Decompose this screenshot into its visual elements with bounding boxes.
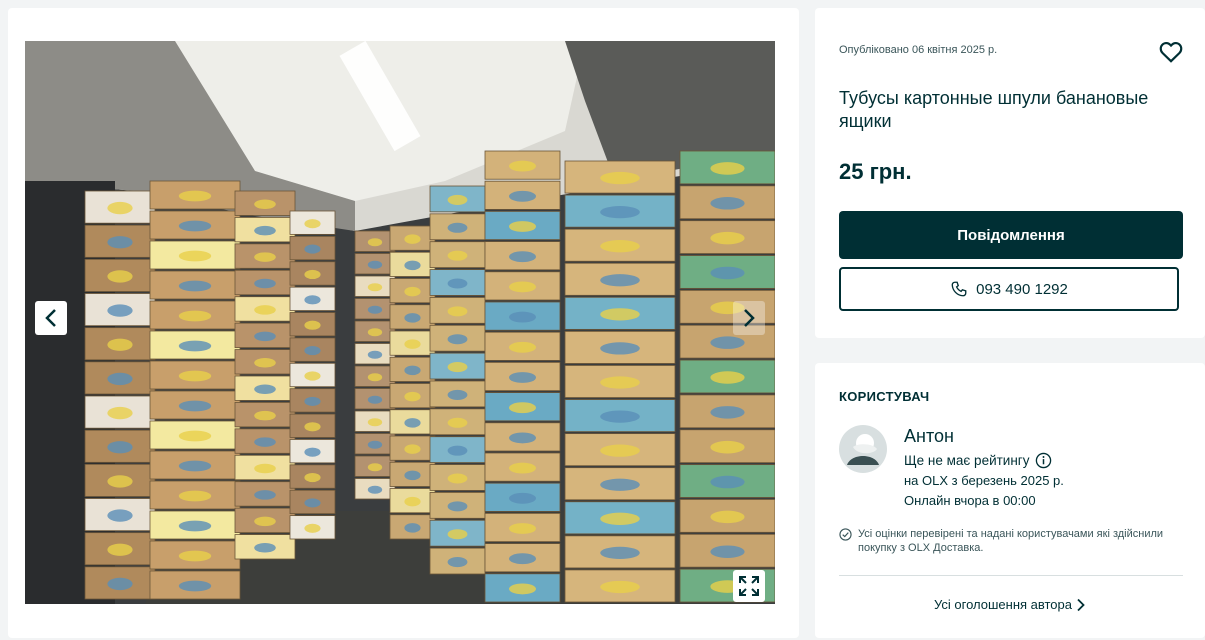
verified-ratings-note: Усі оцінки перевірені та надані користув… <box>839 527 1169 555</box>
user-name[interactable]: Антон <box>904 426 954 447</box>
all-ads-label: Усі оголошення автора <box>934 597 1072 612</box>
chevron-right-icon <box>744 309 755 327</box>
chevron-right-icon <box>1077 598 1085 611</box>
phone-number: 093 490 1292 <box>976 280 1068 298</box>
member-since: на OLX з березень 2025 р. <box>904 473 1064 488</box>
heart-icon <box>1159 41 1183 63</box>
last-online: Онлайн вчора в 00:00 <box>904 493 1036 508</box>
fullscreen-button[interactable] <box>733 570 765 602</box>
divider <box>839 575 1183 576</box>
user-avatar-icon <box>839 425 887 473</box>
chevron-left-icon <box>45 309 56 327</box>
favorite-button[interactable] <box>1158 39 1184 65</box>
user-section-heading: КОРИСТУВАЧ <box>839 389 930 404</box>
user-rating: Ще не має рейтингу <box>904 452 1052 469</box>
check-circle-icon <box>839 528 852 541</box>
next-photo-button[interactable] <box>733 301 765 335</box>
expand-icon <box>739 576 759 596</box>
phone-icon <box>951 281 967 297</box>
gallery-card <box>8 8 799 638</box>
rating-text: Ще не має рейтингу <box>904 453 1030 468</box>
listing-info-card: Опубліковано 06 квітня 2025 р. Тубусы ка… <box>815 8 1205 338</box>
user-card: КОРИСТУВАЧ Антон Ще не має рейтингу на O… <box>815 363 1205 638</box>
all-author-ads-link[interactable]: Усі оголошення автора <box>815 597 1205 612</box>
listing-title: Тубусы картонные шпули банановые ящики <box>839 88 1149 131</box>
warehouse-photo-illustration <box>25 41 775 604</box>
show-phone-button[interactable]: 093 490 1292 <box>839 267 1179 311</box>
info-icon[interactable] <box>1035 452 1052 469</box>
published-date: Опубліковано 06 квітня 2025 р. <box>839 44 998 56</box>
avatar <box>839 425 887 473</box>
verified-note-text: Усі оцінки перевірені та надані користув… <box>858 528 1164 554</box>
message-button[interactable]: Повідомлення <box>839 211 1183 259</box>
listing-price: 25 грн. <box>839 159 912 184</box>
listing-photo[interactable] <box>25 41 775 604</box>
previous-photo-button[interactable] <box>35 301 67 335</box>
